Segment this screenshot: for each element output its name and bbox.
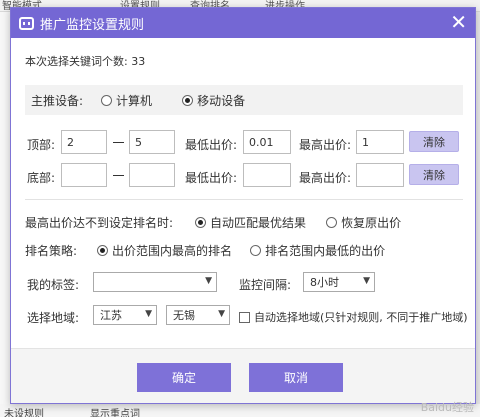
bottom-label: 底部: (27, 171, 56, 185)
radio-highest-rank[interactable] (97, 245, 109, 256)
chevron-down-icon: ▼ (218, 309, 225, 319)
city-select-value: 无锡 (173, 309, 195, 322)
cancel-button[interactable]: 取消 (249, 363, 343, 392)
bottom-max-bid-input[interactable] (356, 163, 404, 187)
top-rank-from-input[interactable]: 2 (61, 130, 107, 154)
bottom-min-bid-label: 最低出价: (185, 171, 238, 185)
province-select-value: 江苏 (100, 309, 122, 322)
region-label: 选择地域: (27, 311, 80, 325)
radio-highest-rank-label: 出价范围内最高的排名 (112, 244, 233, 258)
device-label: 主推设备: (31, 93, 84, 108)
auto-region-checkbox[interactable] (239, 311, 250, 323)
dialog-footer: 确定 取消 (11, 348, 475, 403)
radio-auto-match-label: 自动匹配最优结果 (210, 216, 307, 230)
fallback-row: 最高出价达不到设定排名时: 自动匹配最优结果 恢复原出价 (25, 214, 401, 231)
radio-lowest-bid[interactable] (250, 245, 262, 256)
bottom-clear-button[interactable]: 清除 (409, 164, 459, 185)
radio-lowest-bid-label: 排名范围内最低的出价 (265, 244, 386, 258)
auto-region-row: 自动选择地域(只针对规则, 不同于推广地域) (239, 309, 468, 325)
keyword-count: 本次选择关键词个数: 33 (25, 55, 146, 68)
radio-computer[interactable] (101, 94, 113, 106)
tag-label: 我的标签: (27, 278, 80, 292)
radio-mobile-label: 移动设备 (197, 93, 246, 108)
background-sidebar (0, 12, 10, 404)
bottom-min-bid-input[interactable] (243, 163, 291, 187)
divider (25, 199, 463, 200)
tag-select[interactable]: ▼ (93, 272, 217, 292)
chevron-down-icon: ▼ (205, 276, 212, 286)
close-icon[interactable]: ✕ (450, 12, 467, 32)
interval-select-value: 8小时 (310, 276, 339, 289)
range-dash (113, 142, 124, 143)
auto-region-label: 自动选择地域(只针对规则, 不同于推广地域) (254, 311, 468, 324)
fallback-label: 最高出价达不到设定排名时: (25, 216, 174, 230)
confirm-button[interactable]: 确定 (137, 363, 231, 392)
chevron-down-icon: ▼ (363, 276, 370, 286)
bg-bottom-item: 未设规则 (4, 409, 44, 417)
top-rank-to-input[interactable]: 5 (129, 130, 175, 154)
top-label: 顶部: (27, 138, 56, 152)
device-panel: 主推设备: 计算机 移动设备 (25, 85, 463, 115)
dialog-title: 推广监控设置规则 (40, 17, 145, 33)
strategy-label: 排名策略: (25, 244, 78, 258)
bg-bottom-item: 显示重点词 (90, 409, 140, 417)
top-min-bid-input[interactable]: 0.01 (243, 130, 291, 154)
top-max-bid-label: 最高出价: (299, 138, 352, 152)
strategy-row: 排名策略: 出价范围内最高的排名 排名范围内最低的出价 (25, 242, 385, 259)
monitor-rule-dialog: 推广监控设置规则 ✕ 本次选择关键词个数: 33 主推设备: 计算机 移动设备 … (10, 7, 476, 404)
bottom-max-bid-label: 最高出价: (299, 171, 352, 185)
interval-select[interactable]: 8小时 ▼ (303, 272, 375, 292)
background-bottom-bar: 未设规则 显示重点词 (0, 404, 480, 417)
top-min-bid-label: 最低出价: (185, 138, 238, 152)
radio-computer-label: 计算机 (116, 93, 153, 108)
bottom-rank-from-input[interactable] (61, 163, 107, 187)
top-max-bid-input[interactable]: 1 (356, 130, 404, 154)
chevron-down-icon: ▼ (145, 309, 152, 319)
city-select[interactable]: 无锡 ▼ (166, 305, 230, 325)
watermark: Baidu经验 (420, 401, 474, 414)
radio-restore-bid[interactable] (326, 217, 338, 228)
dialog-titlebar: 推广监控设置规则 (11, 8, 475, 38)
range-dash (113, 175, 124, 176)
robot-icon (19, 16, 34, 30)
interval-label: 监控间隔: (239, 278, 292, 292)
radio-auto-match[interactable] (195, 217, 207, 228)
radio-restore-bid-label: 恢复原出价 (341, 216, 402, 230)
province-select[interactable]: 江苏 ▼ (93, 305, 157, 325)
bottom-rank-to-input[interactable] (129, 163, 175, 187)
radio-mobile[interactable] (182, 94, 194, 106)
top-clear-button[interactable]: 清除 (409, 131, 459, 152)
